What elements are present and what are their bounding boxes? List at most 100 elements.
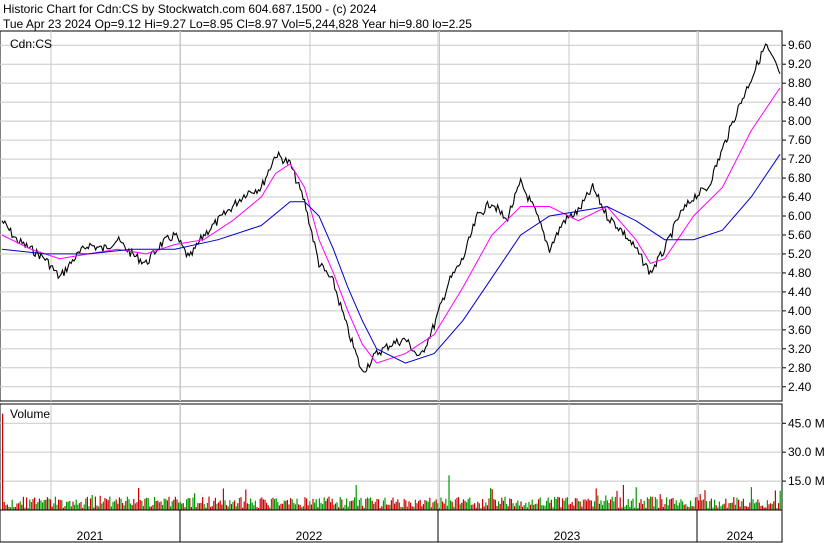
volume-bar xyxy=(685,504,687,510)
volume-bar xyxy=(432,502,434,510)
volume-bar xyxy=(595,488,597,510)
volume-bar xyxy=(331,498,333,510)
price-tick-label: 3.60 xyxy=(788,323,812,337)
year-label: 2023 xyxy=(554,529,581,543)
volume-bar xyxy=(738,499,740,510)
volume-bar xyxy=(178,502,180,510)
volume-bar xyxy=(390,500,392,510)
volume-bar xyxy=(563,500,565,510)
volume-bar xyxy=(678,502,680,510)
price-tick-label: 4.80 xyxy=(788,266,812,280)
volume-bar xyxy=(466,502,468,510)
price-tick-label: 2.40 xyxy=(788,380,812,394)
volume-bar xyxy=(600,500,602,510)
volume-bar xyxy=(304,497,306,510)
volume-bar xyxy=(725,498,727,510)
volume-bar xyxy=(109,496,111,510)
volume-bar xyxy=(566,497,568,510)
volume-bar xyxy=(598,503,600,510)
volume-bar xyxy=(515,503,517,510)
volume-bar xyxy=(344,504,346,510)
volume-bar xyxy=(171,501,173,510)
volume-bar xyxy=(434,501,436,510)
volume-bar xyxy=(680,499,682,510)
volume-bar xyxy=(478,503,480,510)
volume-bar xyxy=(146,497,148,510)
volume-bar xyxy=(429,497,431,510)
price-tick-label: 7.60 xyxy=(788,133,812,147)
volume-bar xyxy=(211,506,213,510)
volume-bar xyxy=(11,499,13,510)
price-tick-label: 9.60 xyxy=(788,38,812,52)
volume-bar xyxy=(669,499,671,510)
price-tick-label: 5.60 xyxy=(788,228,812,242)
volume-bar xyxy=(336,502,338,510)
volume-bar xyxy=(486,505,488,510)
volume-bar xyxy=(181,503,183,510)
year-label: 2022 xyxy=(296,529,323,543)
volume-bar xyxy=(702,499,704,510)
volume-bar xyxy=(365,498,367,510)
volume-bar xyxy=(248,503,250,510)
volume-bar xyxy=(34,497,36,510)
price-tick-label: 6.40 xyxy=(788,190,812,204)
volume-bar xyxy=(472,504,474,510)
volume-bar xyxy=(630,500,632,510)
volume-bar xyxy=(664,504,666,510)
volume-bar xyxy=(592,506,594,510)
volume-bar xyxy=(107,500,109,510)
volume-bar xyxy=(277,502,279,510)
volume-bar xyxy=(571,501,573,510)
volume-bar xyxy=(462,499,464,510)
volume-bar xyxy=(240,497,242,510)
volume-bar xyxy=(562,498,564,510)
volume-bar xyxy=(442,501,444,510)
volume-bar xyxy=(381,506,383,510)
volume-bar xyxy=(314,502,316,510)
volume-bar xyxy=(502,500,504,510)
volume-bar xyxy=(179,501,181,510)
volume-bar xyxy=(422,504,424,510)
volume-bar xyxy=(330,502,332,510)
volume-bar xyxy=(530,504,532,510)
volume-bar xyxy=(174,496,176,510)
volume-bar xyxy=(435,499,437,510)
volume-bar xyxy=(158,502,160,510)
volume-bar xyxy=(768,504,770,510)
volume-bar xyxy=(744,505,746,510)
volume-tick-label: 45.0 M xyxy=(788,416,825,430)
volume-bar xyxy=(346,498,348,510)
volume-bar xyxy=(517,500,519,510)
volume-bar xyxy=(224,500,226,510)
volume-bar xyxy=(290,498,292,510)
price-tick-label: 8.40 xyxy=(788,95,812,109)
volume-bar xyxy=(501,497,503,510)
volume-bar xyxy=(587,498,589,510)
volume-bar xyxy=(672,497,674,510)
volume-bar xyxy=(320,502,322,510)
volume-bar xyxy=(270,498,272,510)
volume-bar xyxy=(90,498,92,510)
volume-bar xyxy=(654,497,656,510)
volume-bar xyxy=(75,499,77,510)
volume-bar xyxy=(67,501,69,510)
volume-bar xyxy=(275,498,277,510)
volume-bar xyxy=(690,500,692,510)
volume-bar xyxy=(746,506,748,510)
price-y-axis: 9.60 9.20 8.80 8.40 8.00 7.60 7.20 6.80 6.40 6.00… xyxy=(782,38,812,394)
volume-bar xyxy=(218,502,220,510)
volume-bar xyxy=(85,498,87,510)
volume-panel xyxy=(0,403,783,511)
volume-bar xyxy=(734,504,736,510)
volume-bar xyxy=(565,498,567,510)
volume-bar xyxy=(742,498,744,510)
volume-bar xyxy=(125,500,127,510)
volume-bar xyxy=(38,498,40,510)
volume-bar xyxy=(198,503,200,510)
volume-bar xyxy=(294,504,296,510)
volume-bar xyxy=(411,506,413,510)
volume-bar xyxy=(706,501,708,510)
volume-bar xyxy=(264,499,266,510)
volume-bar xyxy=(134,503,136,510)
volume-bar xyxy=(213,500,215,510)
